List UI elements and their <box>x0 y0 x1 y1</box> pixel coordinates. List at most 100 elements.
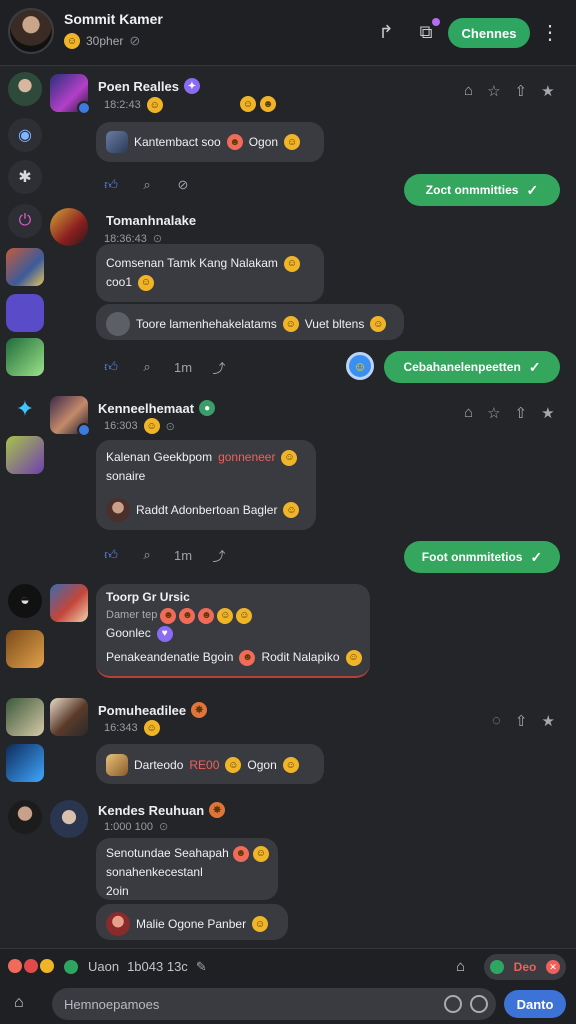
route-icon[interactable]: ↱ <box>374 20 398 44</box>
outgoing-message-pill[interactable]: Cebahanelenpeetten ✓ <box>384 351 560 383</box>
message-author[interactable]: Kendes Reuhuan ✸ <box>98 802 226 818</box>
like-icon[interactable]: 👍︎ <box>102 546 120 564</box>
mention-text[interactable]: RE00 <box>189 756 219 775</box>
emoji-icon: ☺ <box>236 607 253 624</box>
avatar-status-badge <box>77 101 91 115</box>
add-to-list-icon[interactable]: ⧉ <box>414 18 440 44</box>
status-settings-icon[interactable]: ⊘ <box>129 33 140 49</box>
rail-server-orange[interactable] <box>6 630 44 668</box>
smile-emoji-icon[interactable]: ☺ <box>240 96 256 112</box>
outgoing-message-pill[interactable]: Zoct onmmitties ✓ <box>404 174 560 206</box>
message-bubble: Kalenan Geekbpom gonneneer ☺ sonaire Raddt… <box>96 440 316 530</box>
star-icon[interactable]: ★ <box>541 404 554 422</box>
rail-server-purple[interactable] <box>6 294 44 332</box>
online-indicator <box>64 960 78 974</box>
strip-emoji-group <box>8 959 54 973</box>
quoted-reply[interactable]: Malie Ogone Panber ☺ <box>96 904 288 940</box>
contact-avatar[interactable] <box>8 8 54 54</box>
upload-icon[interactable]: ⇧ <box>515 404 528 422</box>
message-input[interactable] <box>64 995 434 1013</box>
star-icon[interactable]: ★ <box>542 712 555 730</box>
message-text: coo1 <box>106 275 133 289</box>
emoji-picker-icon[interactable] <box>444 995 462 1013</box>
rail-gear-icon[interactable]: ✱ <box>8 160 42 194</box>
rail-star-icon[interactable]: ✦ <box>8 392 42 426</box>
rail-server-heroes[interactable] <box>6 248 44 286</box>
edit-icon[interactable]: ✎ <box>196 959 207 975</box>
send-button[interactable]: Danto <box>504 990 566 1018</box>
info-icon: ⊙ <box>158 821 169 833</box>
emoji-icon: ☺ <box>283 255 300 272</box>
message-avatar[interactable] <box>50 800 88 838</box>
camera-icon[interactable]: ⌂ <box>456 958 476 976</box>
typing-status-strip: Uaon 1b043 13c ✎ ⌂ Deo ✕ <box>0 948 576 984</box>
share-icon[interactable]: ⤴ <box>210 546 228 564</box>
message-avatar[interactable] <box>50 584 88 622</box>
message-text-tail: Rodit Nalapiko <box>261 650 340 664</box>
emoji-icon: ☺ <box>283 502 300 518</box>
message-bubble: Darteodo RE00 ☺ Ogon ☺ <box>96 744 324 784</box>
rail-server-grapes[interactable] <box>6 436 44 474</box>
draft-label: Deo <box>513 960 537 974</box>
message-avatar[interactable] <box>50 396 91 437</box>
message-input-wrapper <box>52 988 496 1020</box>
message-text: Darteodo <box>134 757 184 772</box>
message-avatar[interactable] <box>50 74 91 115</box>
fire-icon: ✸ <box>191 702 208 718</box>
share-icon[interactable]: ⤴ <box>210 358 228 376</box>
emoji-icon: ☺ <box>345 649 362 666</box>
reaction-bar: 👍︎ ⌕ ⊘ <box>102 176 192 194</box>
graduation-cap-icon[interactable]: ⌂ <box>14 994 36 1014</box>
share-icon[interactable]: ⊘ <box>174 176 192 194</box>
draft-pill[interactable]: Deo ✕ <box>484 954 566 980</box>
like-icon[interactable]: 👍︎ <box>102 176 120 194</box>
rail-server-green[interactable] <box>6 338 44 376</box>
rail-server-blue[interactable] <box>6 744 44 782</box>
rail-power-icon[interactable]: ⏻ <box>8 204 42 238</box>
reply-icon[interactable]: ⌕ <box>138 358 156 376</box>
message-author[interactable]: Poen Realles ✦ <box>98 78 200 94</box>
sticker-emoji-icon[interactable]: ☺ <box>346 352 374 380</box>
upload-icon[interactable]: ⇧ <box>515 712 528 730</box>
star-outline-icon[interactable]: ☆ <box>487 82 500 100</box>
message-author[interactable]: Kenneelhemaat ● <box>98 400 216 416</box>
message-time: Damer tep <box>106 609 158 621</box>
rail-shield-icon[interactable]: ◉ <box>8 118 42 152</box>
message-bubble: Kantembact soo ☻ Ogon ☺ <box>96 122 324 162</box>
close-icon[interactable]: ✕ <box>545 960 560 974</box>
quoted-reply[interactable]: Toore lamenhehakelatams ☺ Vuet bltens ☺ <box>96 304 404 340</box>
message-toolbar: ⌂ ☆ ⇧ ★ <box>464 82 555 100</box>
mention-text[interactable]: gonneneer <box>218 448 275 467</box>
bookmark-icon[interactable]: ⌂ <box>464 404 473 422</box>
attach-icon[interactable] <box>470 995 488 1013</box>
message-avatar[interactable] <box>50 698 88 736</box>
rail-avatar-2[interactable] <box>8 800 42 834</box>
avatar-status-badge <box>77 423 91 437</box>
channels-button[interactable]: Chennes <box>448 18 530 48</box>
emoji-reactions: ☺ ☻ <box>240 96 276 112</box>
like-icon[interactable]: 👍︎ <box>102 358 120 376</box>
message-text: sonahenkecestanl <box>106 865 203 879</box>
quote-avatar <box>106 312 130 336</box>
rail-dark-logo[interactable]: ◒ <box>8 584 42 618</box>
rail-server-portrait[interactable] <box>6 698 44 736</box>
grin-emoji-icon[interactable]: ☻ <box>260 96 276 112</box>
outgoing-message-pill[interactable]: Foot onmmitetios ✓ <box>404 541 560 573</box>
message-author[interactable]: Toorp Gr Ursic <box>106 588 190 607</box>
rail-avatar-1[interactable] <box>8 72 42 106</box>
message-author[interactable]: Pomuheadilee ✸ <box>98 702 208 718</box>
info-circle-icon[interactable]: ◌ <box>492 712 501 730</box>
more-options-icon[interactable]: ⋮ <box>540 20 560 44</box>
reply-icon[interactable]: ⌕ <box>138 546 156 564</box>
message-avatar[interactable] <box>50 208 88 246</box>
message-text: Penakeandenatie Bgoin <box>106 650 234 664</box>
star-icon[interactable]: ★ <box>541 82 554 100</box>
bookmark-icon[interactable]: ⌂ <box>464 82 473 100</box>
message-bubble: Senotundae Seahapah ☻ ☺ sonahenkecestanl 2… <box>96 838 278 900</box>
check-icon: ✓ <box>528 358 541 375</box>
emoji-icon: ☺ <box>143 720 160 736</box>
reply-icon[interactable]: ⌕ <box>138 176 156 194</box>
star-outline-icon[interactable]: ☆ <box>487 404 500 422</box>
upload-icon[interactable]: ⇧ <box>515 82 528 100</box>
emoji-icon: ☻ <box>160 607 177 624</box>
